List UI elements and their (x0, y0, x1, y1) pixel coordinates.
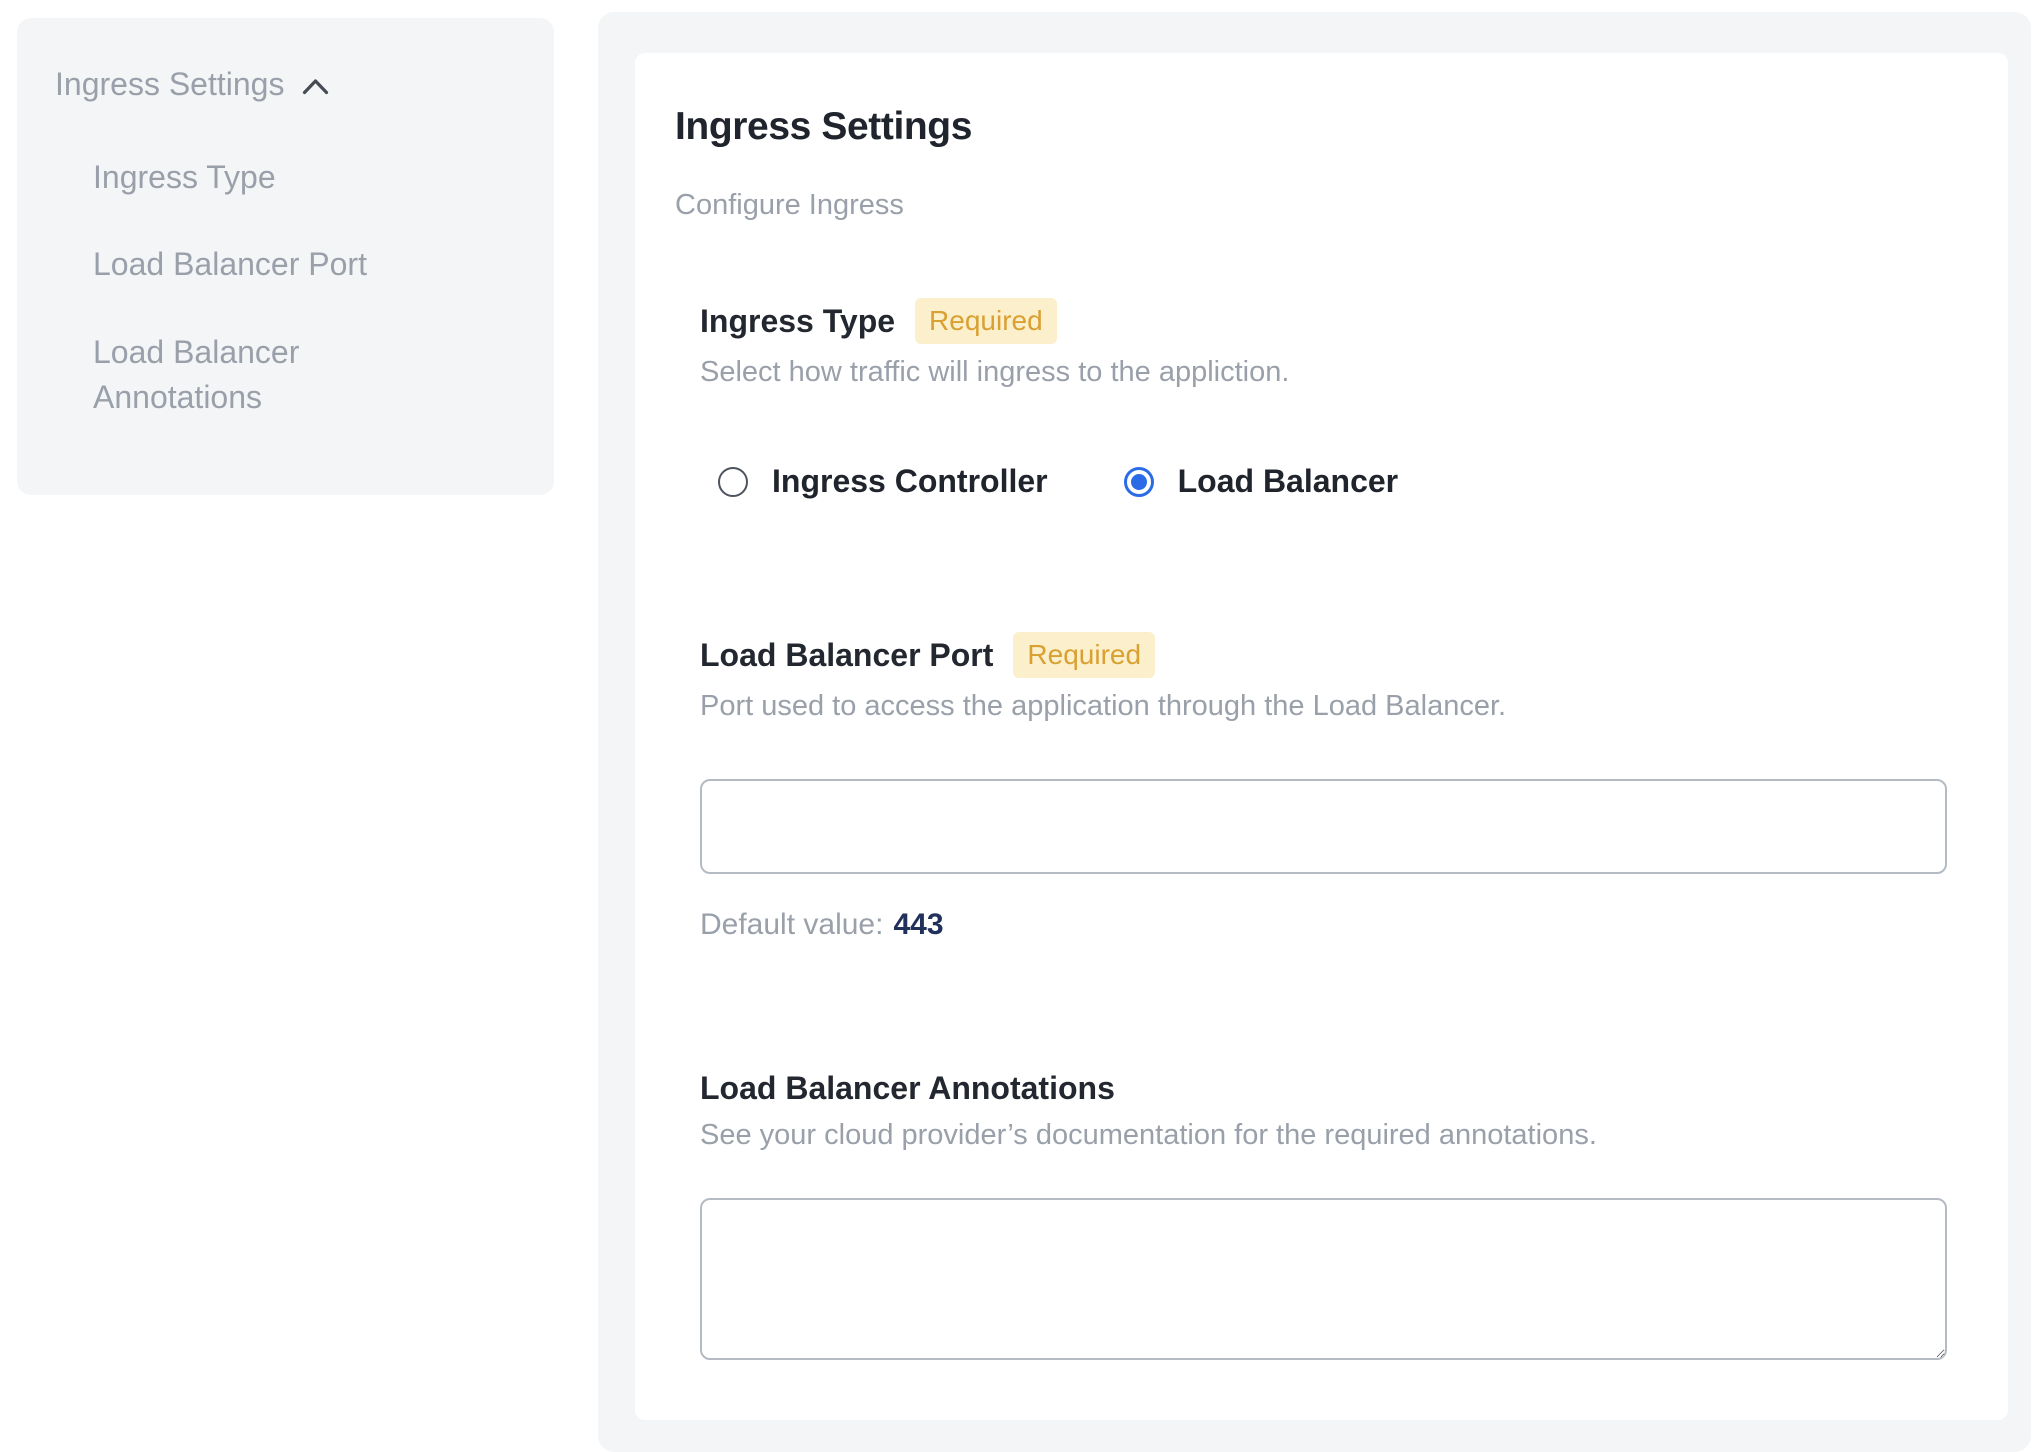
default-value: 443 (893, 908, 943, 941)
required-badge: Required (1013, 632, 1155, 678)
load-balancer-port-input[interactable] (700, 779, 1947, 874)
section-load-balancer-port: Load Balancer Port Required Port used to… (700, 632, 1968, 942)
lb-annotations-label: Load Balancer Annotations (700, 1070, 1115, 1107)
required-badge: Required (915, 298, 1057, 344)
sidebar-item-load-balancer-port[interactable]: Load Balancer Port (93, 242, 438, 287)
ingress-type-header: Ingress Type Required (700, 298, 1968, 344)
chevron-up-icon (302, 78, 329, 95)
section-load-balancer-annotations: Load Balancer Annotations See your cloud… (700, 1070, 1968, 1360)
lb-port-label: Load Balancer Port (700, 637, 993, 674)
settings-sidebar: Ingress Settings Ingress Type Load Balan… (17, 18, 554, 495)
sidebar-group-label: Ingress Settings (55, 66, 284, 103)
lb-port-description: Port used to access the application thro… (700, 690, 1968, 723)
radio-option-ingress-controller[interactable]: Ingress Controller (718, 463, 1048, 500)
radio-option-load-balancer[interactable]: Load Balancer (1124, 463, 1399, 500)
ingress-type-description: Select how traffic will ingress to the a… (700, 356, 1968, 389)
ingress-type-radio-group: Ingress Controller Load Balancer (718, 463, 1968, 500)
radio-selected-icon[interactable] (1124, 467, 1154, 497)
sidebar-items: Ingress Type Load Balancer Port Load Bal… (93, 155, 516, 421)
page-title: Ingress Settings (675, 105, 1968, 149)
radio-unselected-icon[interactable] (718, 467, 748, 497)
radio-label-load-balancer: Load Balancer (1178, 463, 1399, 500)
radio-label-ingress-controller: Ingress Controller (772, 463, 1048, 500)
main-panel: Ingress Settings Configure Ingress Ingre… (598, 12, 2031, 1452)
sidebar-item-load-balancer-annotations[interactable]: Load Balancer Annotations (93, 330, 438, 421)
lb-annotations-description: See your cloud provider’s documentation … (700, 1119, 1968, 1152)
ingress-type-label: Ingress Type (700, 303, 895, 340)
ingress-settings-card: Ingress Settings Configure Ingress Ingre… (635, 53, 2008, 1420)
sidebar-item-ingress-type[interactable]: Ingress Type (93, 155, 438, 200)
default-value-label: Default value: (700, 908, 883, 941)
default-value-line: Default value: 443 (700, 908, 1968, 942)
page-subtitle: Configure Ingress (675, 189, 1968, 222)
section-ingress-type: Ingress Type Required Select how traffic… (700, 298, 1968, 500)
load-balancer-annotations-textarea[interactable] (700, 1198, 1947, 1360)
sidebar-group-ingress-settings[interactable]: Ingress Settings (55, 66, 516, 103)
lb-annotations-header: Load Balancer Annotations (700, 1070, 1968, 1107)
lb-port-header: Load Balancer Port Required (700, 632, 1968, 678)
